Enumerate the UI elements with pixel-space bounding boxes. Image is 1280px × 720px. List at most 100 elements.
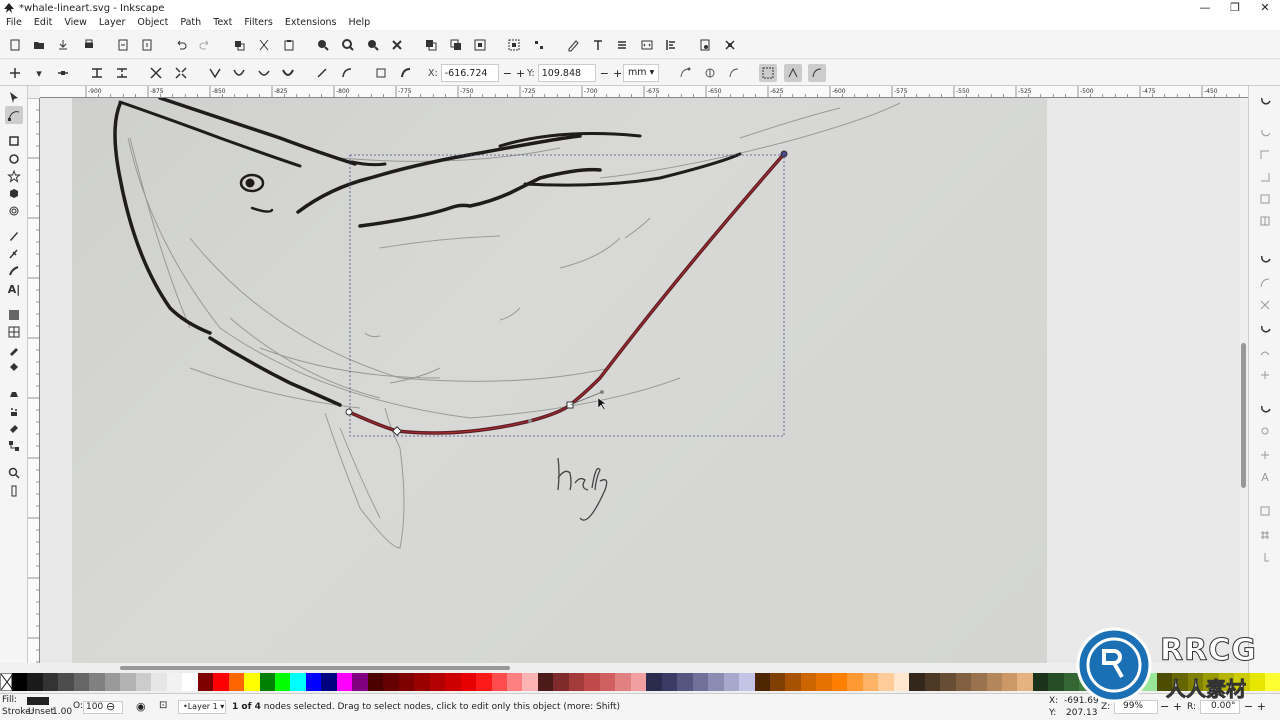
insert-node-icon[interactable] xyxy=(6,64,24,82)
segment-line-icon[interactable] xyxy=(313,64,331,82)
calligraphy-tool-icon[interactable] xyxy=(5,262,23,280)
snap-nodes-icon[interactable] xyxy=(1256,250,1274,268)
ellipse-tool-icon[interactable] xyxy=(5,150,23,168)
show-outline-icon[interactable] xyxy=(808,64,826,82)
selector-tool-icon[interactable] xyxy=(5,88,23,106)
color-swatch[interactable] xyxy=(862,673,879,691)
color-swatch[interactable] xyxy=(986,673,1002,691)
drawing-layer[interactable] xyxy=(40,98,1240,663)
layer-lock-icon[interactable]: ⊡ xyxy=(159,700,167,711)
x-input[interactable]: -616.724 xyxy=(440,64,499,82)
color-swatch[interactable] xyxy=(785,673,801,691)
menu-path[interactable]: Path xyxy=(174,16,207,30)
import-icon[interactable] xyxy=(114,36,132,54)
color-swatch[interactable] xyxy=(290,673,306,691)
color-swatch[interactable] xyxy=(537,673,554,691)
zoom-width-icon[interactable] xyxy=(388,36,406,54)
color-swatch[interactable] xyxy=(42,673,59,691)
close-button[interactable]: ✕ xyxy=(1250,0,1280,15)
mesh-tool-icon[interactable] xyxy=(5,323,23,341)
maximize-button[interactable]: ❐ xyxy=(1220,0,1250,15)
pen-tool-icon[interactable] xyxy=(5,245,23,263)
zoom-selection-icon[interactable] xyxy=(314,36,332,54)
print-icon[interactable] xyxy=(80,36,98,54)
delete-node-icon[interactable] xyxy=(54,64,72,82)
export-icon[interactable] xyxy=(138,36,156,54)
color-swatch[interactable] xyxy=(692,673,709,691)
break-path-icon[interactable] xyxy=(113,64,131,82)
menu-edit[interactable]: Edit xyxy=(28,16,58,30)
snap-bbox-icon[interactable] xyxy=(1256,124,1274,142)
color-swatch[interactable] xyxy=(831,673,848,691)
auto-smooth-node-icon[interactable] xyxy=(279,64,297,82)
menu-layer[interactable]: Layer xyxy=(93,16,132,30)
star-tool-icon[interactable] xyxy=(5,167,23,185)
zoom-page-icon[interactable] xyxy=(364,36,382,54)
clone-icon[interactable] xyxy=(447,36,465,54)
color-swatch[interactable] xyxy=(1032,673,1049,691)
cut-icon[interactable] xyxy=(255,36,273,54)
xml-editor-icon[interactable] xyxy=(638,36,656,54)
menu-file[interactable]: File xyxy=(0,16,28,30)
color-swatch[interactable] xyxy=(321,673,337,691)
node-tool-icon[interactable] xyxy=(5,106,23,124)
vertical-scroll-thumb[interactable] xyxy=(1241,343,1246,488)
text-tool-icon[interactable]: A| xyxy=(5,280,23,298)
color-swatch[interactable] xyxy=(615,673,631,691)
color-swatch[interactable] xyxy=(800,673,817,691)
color-swatch[interactable] xyxy=(12,673,28,691)
vertical-scrollbar[interactable] xyxy=(1240,98,1248,663)
color-swatch[interactable] xyxy=(522,673,538,691)
color-swatch[interactable] xyxy=(1017,673,1033,691)
snap-rotation-centers-icon[interactable] xyxy=(1256,446,1274,464)
color-swatch[interactable] xyxy=(352,673,368,691)
paint-bucket-tool-icon[interactable] xyxy=(5,358,23,376)
color-swatch[interactable] xyxy=(367,673,384,691)
color-swatch[interactable] xyxy=(1002,673,1018,691)
horizontal-scrollbar[interactable] xyxy=(40,663,1240,673)
group-icon[interactable] xyxy=(505,36,523,54)
color-swatch[interactable] xyxy=(104,673,121,691)
color-swatch[interactable] xyxy=(120,673,136,691)
color-swatch[interactable] xyxy=(816,673,832,691)
layer-visibility-icon[interactable]: ◉ xyxy=(136,700,146,713)
color-swatch[interactable] xyxy=(274,673,291,691)
color-swatch[interactable] xyxy=(599,673,616,691)
color-swatch[interactable] xyxy=(228,673,245,691)
tweak-tool-icon[interactable] xyxy=(5,385,23,403)
zoom-tool-icon[interactable] xyxy=(5,464,23,482)
document-properties-icon[interactable] xyxy=(696,36,714,54)
color-swatch[interactable] xyxy=(135,673,152,691)
color-swatch[interactable] xyxy=(661,673,678,691)
rectangle-tool-icon[interactable] xyxy=(5,132,23,150)
color-swatch[interactable] xyxy=(429,673,446,691)
color-swatch[interactable] xyxy=(708,673,724,691)
save-icon[interactable] xyxy=(54,36,72,54)
color-swatch[interactable] xyxy=(568,673,585,691)
snap-smooth-nodes-icon[interactable] xyxy=(1256,344,1274,362)
measure-tool-icon[interactable] xyxy=(5,482,23,500)
color-swatch[interactable] xyxy=(955,673,972,691)
x-stepper[interactable]: −+ xyxy=(503,67,529,80)
layers-icon[interactable] xyxy=(613,36,631,54)
color-swatch[interactable] xyxy=(677,673,693,691)
show-handles-icon[interactable] xyxy=(784,64,802,82)
fill-stroke-icon[interactable] xyxy=(564,36,582,54)
connector-tool-icon[interactable] xyxy=(5,437,23,455)
color-swatch[interactable] xyxy=(646,673,662,691)
color-swatch[interactable] xyxy=(909,673,925,691)
color-swatch[interactable] xyxy=(244,673,260,691)
no-paint-swatch[interactable] xyxy=(0,673,13,691)
opacity-stepper[interactable]: ⊖ xyxy=(106,700,115,713)
stroke-to-path-icon[interactable] xyxy=(397,64,415,82)
snap-toggle-icon[interactable] xyxy=(1256,92,1274,110)
spiral-tool-icon[interactable] xyxy=(5,202,23,220)
y-input[interactable]: 109.848 xyxy=(537,64,596,82)
horizontal-ruler[interactable]: -900 -875 -850 -825 -800 -775 -750 -725 -700 -675… xyxy=(40,86,1248,98)
snap-bbox-center-icon[interactable] xyxy=(1256,212,1274,230)
smooth-node-icon[interactable] xyxy=(230,64,248,82)
color-swatch[interactable] xyxy=(847,673,863,691)
opacity-input[interactable]: 100 xyxy=(83,701,123,714)
join-nodes-icon[interactable] xyxy=(88,64,106,82)
gradient-tool-icon[interactable] xyxy=(5,306,23,324)
